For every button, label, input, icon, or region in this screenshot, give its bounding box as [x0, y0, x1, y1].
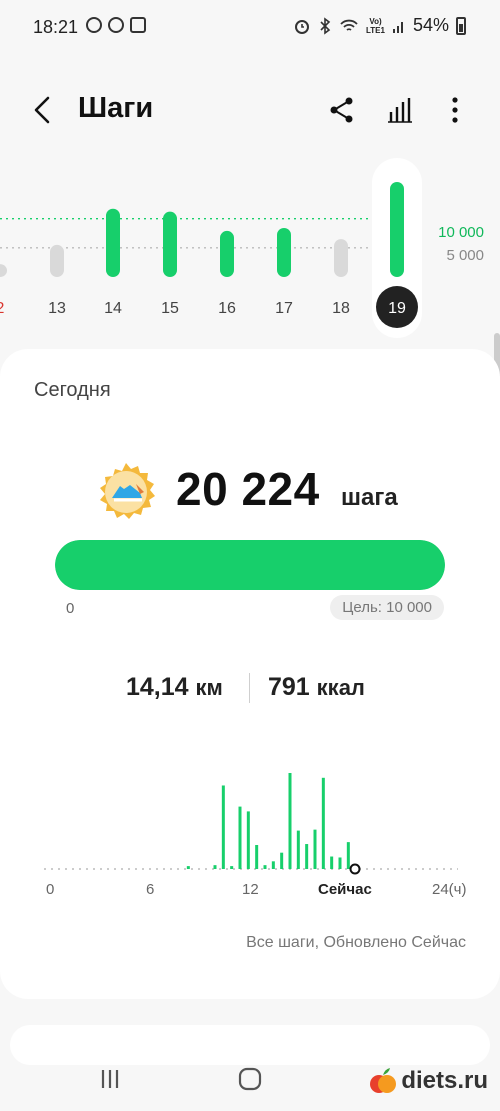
day-label[interactable]: 15 [161, 300, 179, 317]
goal-chip: Цель: 10 000 [330, 595, 444, 620]
hour-bar [313, 829, 317, 869]
hour-bar [305, 844, 309, 869]
hour-bar [280, 852, 284, 869]
weekly-bars[interactable]: 2 13 14 15 16 17 18 19 [0, 150, 500, 340]
alarm-icon [295, 19, 309, 34]
now-marker [349, 863, 361, 875]
day-bar[interactable] [390, 182, 404, 277]
hour-label-12: 12 [242, 881, 259, 898]
day-bar[interactable] [50, 244, 64, 277]
home-icon[interactable] [236, 1065, 264, 1093]
recent-apps-icon[interactable] [96, 1065, 124, 1093]
distance-stat: 14,14 км [126, 673, 223, 702]
calories-stat: 791 ккал [268, 673, 365, 702]
day-label[interactable]: 17 [275, 300, 293, 317]
share-icon[interactable] [326, 94, 358, 126]
updated-status: Все шаги, Обновлено Сейчас [246, 934, 466, 951]
status-right-icons: Vo) LTE1 54% [293, 15, 466, 36]
day-bar[interactable] [277, 228, 291, 277]
signal-icon [392, 21, 403, 33]
hour-label-6: 6 [146, 881, 155, 898]
goal-line-label: 10 000 [438, 224, 484, 241]
status-time: 18:21 [33, 17, 79, 37]
hour-bar [263, 865, 267, 869]
hour-label-24: 24(ч) [432, 881, 467, 898]
day-label[interactable]: 19 [388, 300, 406, 317]
watermark: diets.ru [369, 1066, 488, 1096]
notification-icon [108, 17, 124, 33]
calories-unit: ккал [316, 675, 365, 700]
hour-bar [238, 806, 242, 869]
hourly-steps-chart[interactable]: 0 6 12 Сейчас 24(ч) [0, 749, 500, 909]
achievement-badge-icon [100, 463, 155, 519]
battery-percent: 54% [412, 15, 449, 35]
steps-count: 20 224 [176, 463, 320, 515]
distance-value: 14,14 [126, 673, 189, 701]
hour-bar [230, 866, 234, 869]
hour-bar [296, 830, 300, 869]
steps-unit: шага [341, 484, 398, 511]
bluetooth-icon [320, 16, 331, 35]
hour-bar [346, 842, 350, 869]
day-label[interactable]: 2 [0, 300, 5, 317]
hour-label-now: Сейчас [318, 881, 372, 898]
bar-chart-icon[interactable] [385, 94, 417, 126]
hour-bar [338, 857, 342, 869]
hour-bar [213, 865, 217, 869]
day-bar[interactable] [220, 230, 234, 277]
day-label[interactable]: 13 [48, 300, 66, 317]
day-bar[interactable] [163, 211, 177, 277]
stats-divider [249, 673, 250, 703]
status-bar: 18:21 Vo) LTE1 54% [0, 0, 500, 56]
goal-progress-bar [55, 540, 445, 590]
more-vert-icon[interactable] [439, 94, 471, 126]
stats-row: 14,14 км 791 ккал [0, 671, 500, 707]
progress-zero-label: 0 [66, 600, 75, 617]
hour-label-0: 0 [46, 881, 55, 898]
calories-value: 791 [268, 673, 310, 701]
day-label[interactable]: 18 [332, 300, 350, 317]
back-arrow-icon[interactable] [28, 94, 60, 126]
hourly-bars [44, 773, 458, 875]
hour-bar [288, 773, 292, 869]
day-label[interactable]: 14 [104, 300, 122, 317]
half-goal-label: 5 000 [446, 247, 484, 264]
goal-progress-fill [55, 540, 445, 590]
wifi-icon [340, 19, 358, 31]
hour-bar [255, 845, 259, 869]
weekly-steps-chart[interactable]: 2 13 14 15 16 17 18 19 10 000 5 000 [0, 150, 500, 340]
card-heading: Сегодня [34, 379, 111, 401]
page-title: Шаги [78, 92, 154, 124]
battery-icon [456, 16, 466, 35]
hour-bar [186, 866, 190, 869]
hour-bar [330, 856, 334, 869]
watermark-text: diets.ru [401, 1067, 488, 1094]
notification-icon [130, 17, 146, 33]
hour-bar [321, 777, 325, 869]
notification-icons [86, 17, 146, 33]
hour-bar [271, 861, 275, 869]
distance-unit: км [195, 675, 223, 700]
network-label: Vo) LTE1 [366, 16, 385, 35]
apple-logo-icon [370, 1068, 397, 1093]
app-header: Шаги [0, 80, 500, 140]
day-bar[interactable] [334, 239, 348, 277]
notification-icon [86, 17, 102, 33]
day-label[interactable]: 16 [218, 300, 236, 317]
today-card: Сегодня 20 224 шага 0 Цель: 10 000 14,14… [0, 349, 500, 999]
day-bar[interactable] [0, 264, 7, 277]
day-bar[interactable] [106, 208, 120, 277]
hour-bar [246, 811, 250, 869]
hour-bar [221, 785, 225, 869]
